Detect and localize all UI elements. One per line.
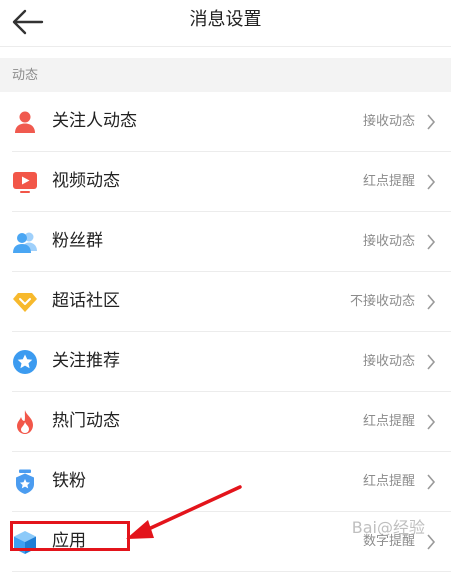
video-play-icon (13, 172, 37, 193)
setting-value: 红点提醒 (362, 474, 415, 489)
setting-row-follow-recommendation[interactable]: 关注推荐 接收动态 (0, 332, 451, 392)
chevron-right-icon (427, 474, 436, 490)
section-label: 动态 (12, 68, 39, 83)
chevron-right-icon (427, 234, 436, 250)
chevron-right-icon (427, 414, 436, 430)
setting-row-super-topic[interactable]: 超话社区 不接收动态 (0, 272, 451, 332)
section-header: 动态 (0, 58, 451, 92)
settings-list: 关注人动态 接收动态 视频动态 红点提醒 粉丝群 接收动态 超话社区 不接收动态 (0, 92, 451, 572)
setting-value: 不接收动态 (349, 294, 415, 309)
setting-value: 接收动态 (362, 234, 415, 249)
chevron-right-icon (427, 174, 436, 190)
setting-label: 超话社区 (52, 291, 120, 311)
setting-label: 关注推荐 (52, 351, 120, 371)
chevron-right-icon (427, 354, 436, 370)
diamond-icon (13, 293, 37, 312)
person-icon (15, 111, 35, 133)
setting-value: 接收动态 (362, 354, 415, 369)
header-bar: 消息设置 (0, 0, 451, 47)
star-badge-icon (13, 350, 37, 374)
setting-label: 视频动态 (52, 171, 120, 191)
setting-row-iron-fans[interactable]: 铁粉 红点提醒 (0, 452, 451, 512)
highlight-box (10, 521, 130, 551)
setting-label: 关注人动态 (52, 111, 137, 131)
setting-value: 红点提醒 (362, 414, 415, 429)
setting-label: 热门动态 (52, 411, 120, 431)
group-icon (13, 232, 37, 253)
watermark: Bai@经验 (351, 518, 425, 537)
shield-badge-icon (16, 469, 34, 494)
page-title: 消息设置 (189, 9, 262, 30)
chevron-right-icon (427, 534, 436, 550)
setting-row-video-activity[interactable]: 视频动态 红点提醒 (0, 152, 451, 212)
setting-label: 铁粉 (52, 471, 86, 491)
setting-row-fan-group[interactable]: 粉丝群 接收动态 (0, 212, 451, 272)
setting-row-following-activity[interactable]: 关注人动态 接收动态 (0, 92, 451, 152)
chevron-right-icon (427, 294, 436, 310)
setting-value: 红点提醒 (362, 174, 415, 189)
setting-row-hot-activity[interactable]: 热门动态 红点提醒 (0, 392, 451, 452)
chevron-right-icon (427, 114, 436, 130)
setting-value: 接收动态 (362, 114, 415, 129)
flame-icon (17, 410, 33, 434)
setting-label: 粉丝群 (52, 231, 103, 251)
